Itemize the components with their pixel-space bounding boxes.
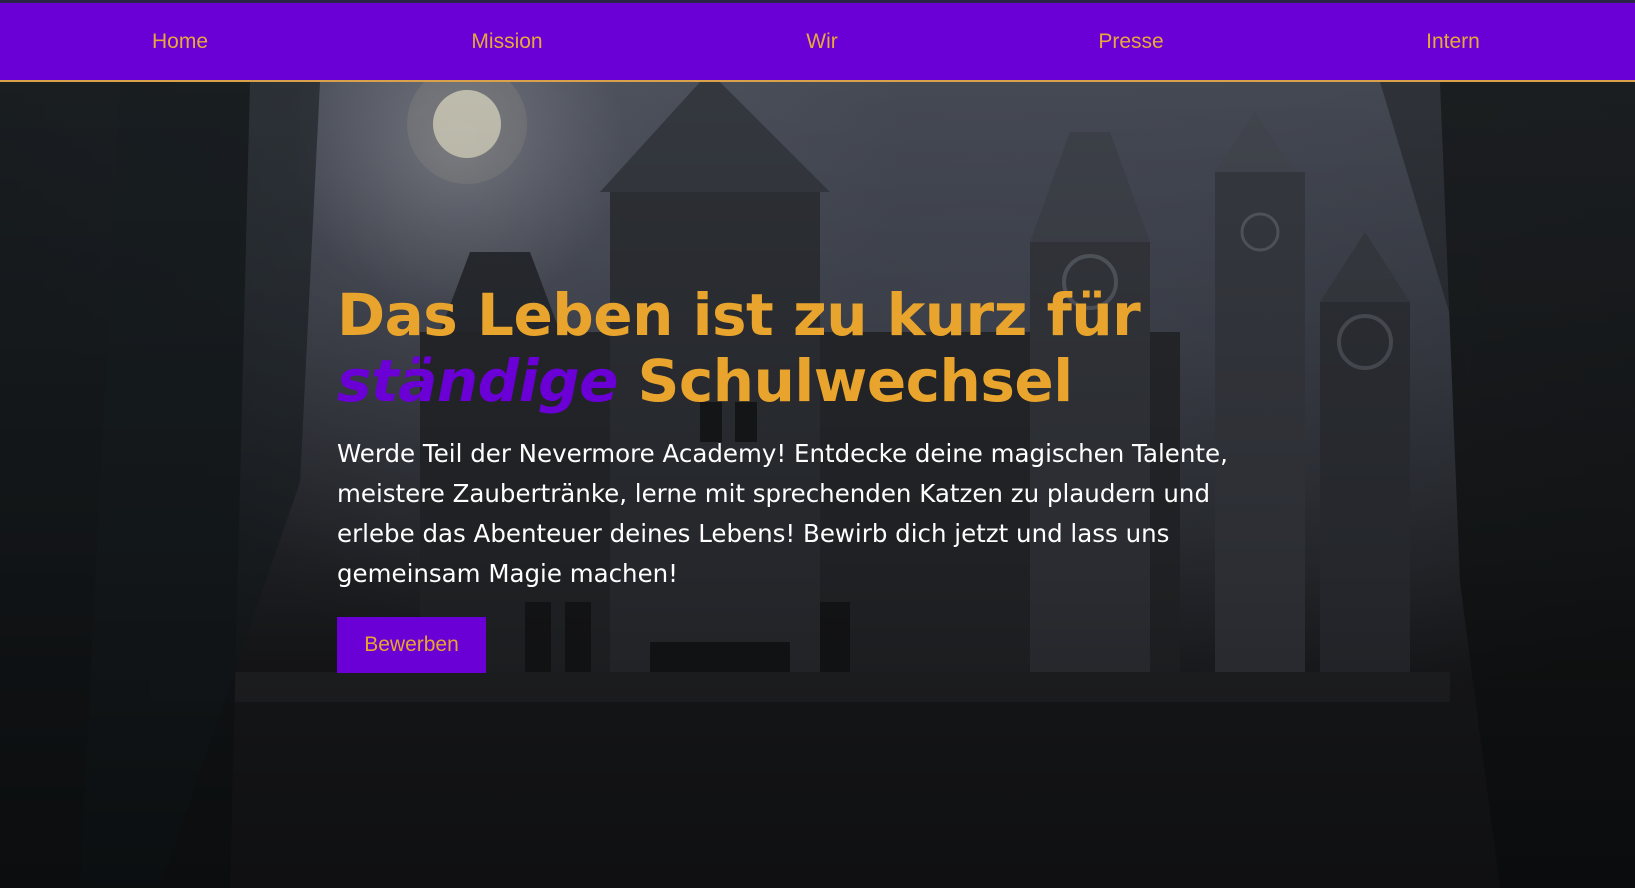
headline-accent-word: ständige xyxy=(337,347,618,415)
hero-description: Werde Teil der Nevermore Academy! Entdec… xyxy=(337,439,1228,588)
nav-link-home[interactable]: Home xyxy=(152,30,208,54)
apply-button[interactable]: Bewerben xyxy=(337,617,486,673)
hero-section: Das Leben ist zu kurz für ständige Schul… xyxy=(0,82,1635,888)
top-navigation: Home Mission Wir Presse Intern xyxy=(0,0,1635,82)
headline-text-first: Das Leben ist zu kurz für xyxy=(337,281,1141,349)
nav-link-mission[interactable]: Mission xyxy=(471,30,542,54)
headline-text-second: Schulwechsel xyxy=(617,347,1073,415)
nav-link-presse[interactable]: Presse xyxy=(1098,30,1163,54)
hero-headline: Das Leben ist zu kurz für ständige Schul… xyxy=(337,281,1141,415)
nav-link-intern[interactable]: Intern xyxy=(1426,30,1480,54)
nav-link-wir[interactable]: Wir xyxy=(806,30,837,54)
